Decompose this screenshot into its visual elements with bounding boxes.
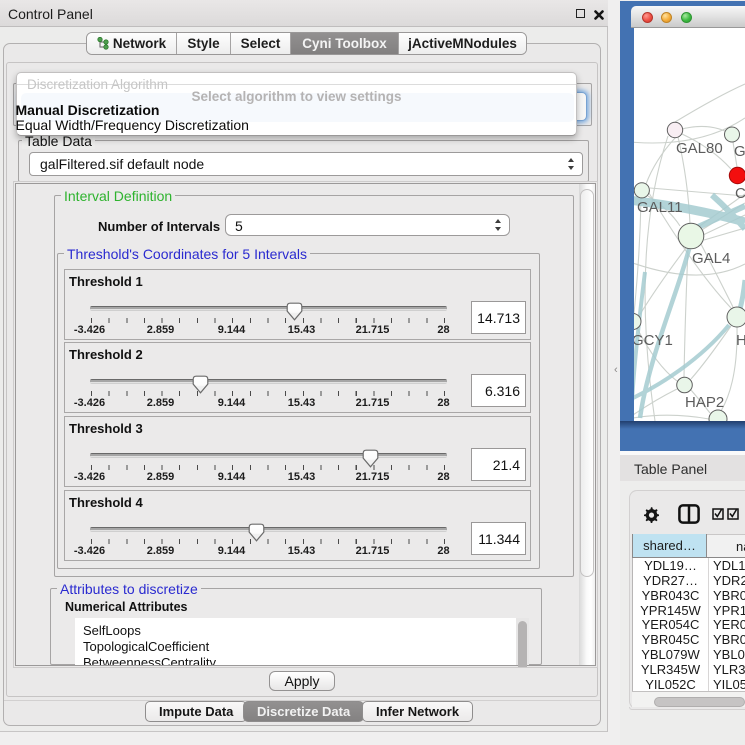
svg-text:HIS4: HIS4 — [736, 332, 745, 349]
svg-text:GAL4: GAL4 — [692, 250, 730, 267]
svg-text:GA: GA — [734, 143, 745, 160]
svg-text:HAP2: HAP2 — [685, 394, 724, 411]
svg-text:C: C — [735, 185, 745, 202]
svg-text:GAL11: GAL11 — [637, 199, 683, 216]
svg-text:GCY1: GCY1 — [634, 332, 673, 349]
svg-text:GAL80: GAL80 — [676, 140, 723, 157]
